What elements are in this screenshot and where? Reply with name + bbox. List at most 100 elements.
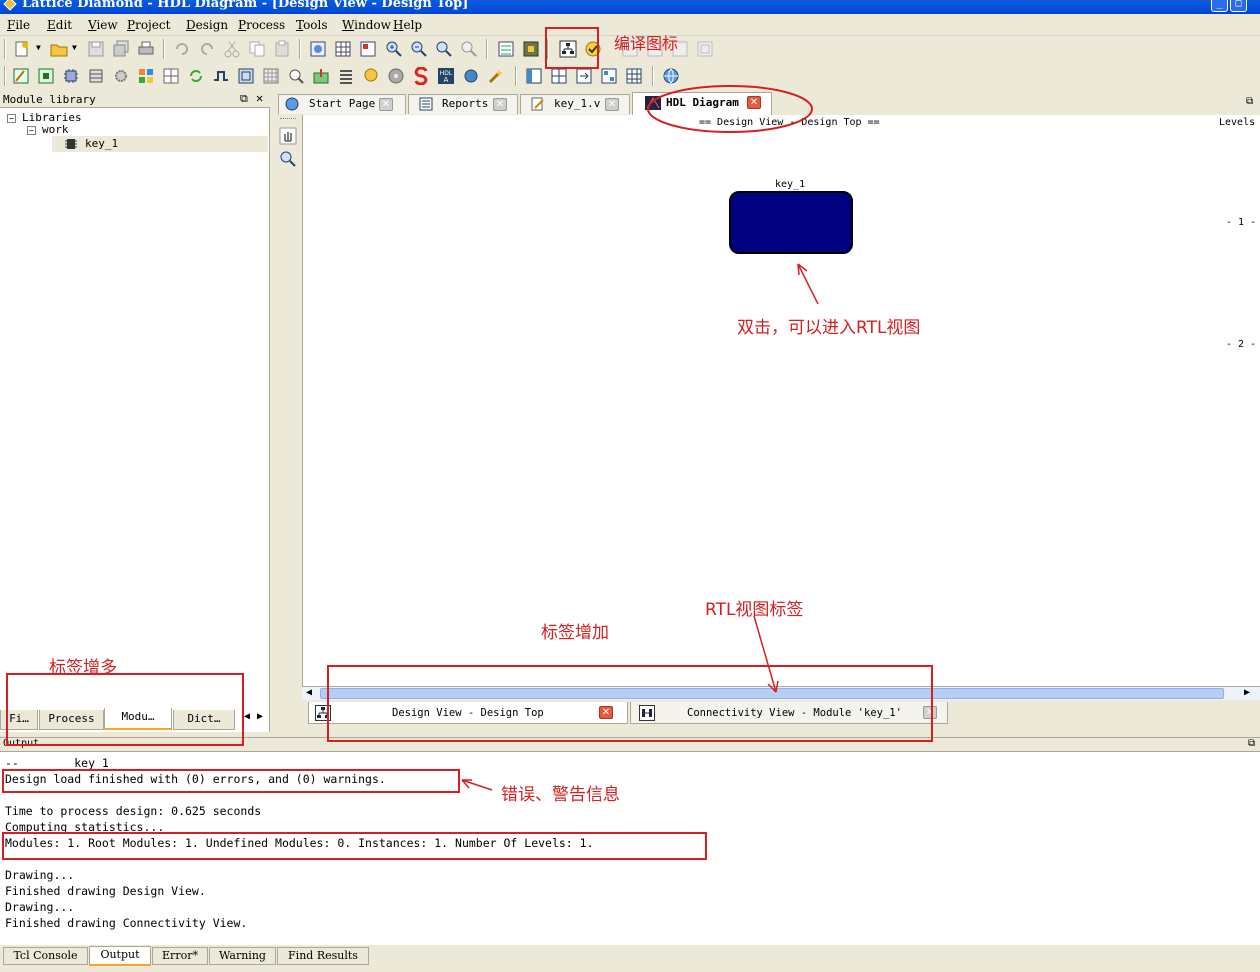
- web-globe-icon[interactable]: [662, 67, 680, 85]
- tree-selected-row[interactable]: key_1: [52, 136, 268, 152]
- tree-module-key1: key_1: [85, 137, 119, 150]
- tools-toolbar: HDL A: [0, 63, 1260, 90]
- close-start-page-icon[interactable]: ✕: [379, 98, 393, 111]
- blocks-tool-icon[interactable]: [137, 67, 155, 85]
- close-key1-v-icon[interactable]: ✕: [605, 98, 619, 111]
- disc-tool-icon[interactable]: [387, 67, 405, 85]
- zoom-fit-icon[interactable]: [435, 40, 453, 58]
- disabled-tool-icon-4[interactable]: [696, 40, 714, 58]
- save-icon[interactable]: [87, 40, 105, 58]
- grid-view-icon[interactable]: [334, 40, 352, 58]
- copy-icon[interactable]: [248, 40, 266, 58]
- redo-icon[interactable]: [198, 40, 216, 58]
- output-line: Finished drawing Design View.: [5, 884, 206, 898]
- table-view-icon[interactable]: [359, 40, 377, 58]
- diagram-side-toolbar: [274, 115, 302, 705]
- hdl-tool-icon[interactable]: HDLA: [437, 67, 455, 85]
- tab-errors[interactable]: Error*: [152, 947, 208, 965]
- grid-tool-icon[interactable]: [262, 67, 280, 85]
- menu-view[interactable]: View: [88, 18, 118, 32]
- board-tool-icon[interactable]: [237, 67, 255, 85]
- wand-tool-icon[interactable]: [487, 67, 505, 85]
- tab-reports-label: Reports: [442, 97, 489, 110]
- bug-tool-icon[interactable]: [462, 67, 480, 85]
- spreadsheet-tool-icon[interactable]: [12, 67, 30, 85]
- panel-compare-icon[interactable]: [575, 67, 593, 85]
- open-dropdown-icon[interactable]: ▼: [72, 43, 77, 52]
- annotation-compile-icon: 编译图标: [614, 34, 679, 53]
- new-icon[interactable]: [13, 40, 31, 58]
- zoom-magnifier-icon[interactable]: [279, 150, 297, 168]
- synplify-tool-icon[interactable]: [412, 67, 430, 85]
- new-dropdown-icon[interactable]: ▼: [36, 43, 41, 52]
- menu-window[interactable]: Window: [342, 18, 391, 32]
- output-line: Time to process design: 0.625 seconds: [5, 804, 262, 818]
- tab-find-results[interactable]: Find Results: [277, 947, 369, 965]
- tree-work[interactable]: work: [42, 123, 69, 136]
- svg-text:A: A: [444, 76, 449, 84]
- panel-tiles-icon[interactable]: [625, 67, 643, 85]
- undo-icon[interactable]: [173, 40, 191, 58]
- zoom-in-icon[interactable]: [385, 40, 403, 58]
- menu-tools[interactable]: Tools: [296, 18, 328, 32]
- tab-warning[interactable]: Warning: [209, 947, 276, 965]
- module-key1-block[interactable]: [729, 191, 853, 254]
- panel-left-icon[interactable]: [525, 67, 543, 85]
- netlist-tool-icon[interactable]: [37, 67, 55, 85]
- zoom-out-icon[interactable]: [410, 40, 428, 58]
- menu-process[interactable]: Process: [238, 18, 285, 32]
- list-tool-icon[interactable]: [337, 67, 355, 85]
- reports-icon: [419, 97, 433, 111]
- close-reports-icon[interactable]: ✕: [493, 98, 507, 111]
- cut-icon[interactable]: [223, 40, 241, 58]
- scroll-left-arrow-icon[interactable]: ◀: [306, 687, 312, 698]
- menu-design[interactable]: Design: [186, 18, 228, 32]
- menu-project[interactable]: Project: [127, 18, 170, 32]
- tab-key1-v[interactable]: key_1.v ✕: [520, 94, 630, 114]
- pan-hand-icon[interactable]: [279, 127, 297, 145]
- print-icon[interactable]: [137, 40, 155, 58]
- probe-tool-icon[interactable]: [287, 67, 305, 85]
- memory-tool-icon[interactable]: [87, 67, 105, 85]
- tab-key1-v-label: key_1.v: [554, 97, 601, 110]
- minimize-icon[interactable]: _: [1211, 0, 1228, 12]
- scroll-right-arrow-icon[interactable]: ▶: [1244, 687, 1250, 698]
- tab-output[interactable]: Output: [89, 946, 151, 966]
- checklist-icon[interactable]: [497, 40, 515, 58]
- open-folder-icon[interactable]: [50, 40, 68, 58]
- menu-edit[interactable]: Edit: [47, 18, 72, 32]
- tab-start-page[interactable]: Start Page ✕: [278, 94, 406, 114]
- restore-output-icon[interactable]: ⧉: [1248, 738, 1255, 749]
- float-panel-icon[interactable]: ⧉: [240, 92, 248, 106]
- fit-window-icon[interactable]: [309, 40, 327, 58]
- menu-file[interactable]: File: [7, 18, 30, 32]
- floorplan-tool-icon[interactable]: [162, 67, 180, 85]
- collapse-libraries-icon[interactable]: −: [7, 114, 16, 123]
- module-library-title: Module library: [3, 93, 96, 106]
- tab-start-page-label: Start Page: [309, 97, 376, 110]
- restore-editor-icon[interactable]: ⧉: [1246, 96, 1253, 107]
- annotation-tabs-added: 标签增加: [541, 623, 609, 643]
- tab-reports[interactable]: Reports ✕: [408, 94, 518, 114]
- panel-layout-icon[interactable]: [600, 67, 618, 85]
- tab-tcl-console[interactable]: Tcl Console: [3, 947, 88, 965]
- zoom-area-icon[interactable]: [460, 40, 478, 58]
- panel-grid-icon[interactable]: [550, 67, 568, 85]
- timing-tool-icon[interactable]: [212, 67, 230, 85]
- levels-label: Levels: [1219, 117, 1256, 128]
- maximize-icon[interactable]: □: [1230, 0, 1247, 12]
- bulb-tool-icon[interactable]: [362, 67, 380, 85]
- collapse-work-icon[interactable]: −: [27, 126, 36, 135]
- menu-help[interactable]: Help: [393, 18, 422, 32]
- gear-tool-icon[interactable]: [112, 67, 130, 85]
- save-all-icon[interactable]: [112, 40, 130, 58]
- tab-scroll-right-icon[interactable]: ▶: [254, 711, 266, 727]
- chip-tool-icon[interactable]: [62, 67, 80, 85]
- start-page-icon: [285, 97, 299, 111]
- refresh-tool-icon[interactable]: [187, 67, 205, 85]
- module-key1-label: key_1: [775, 179, 806, 190]
- chip-view-icon[interactable]: [522, 40, 540, 58]
- close-panel-icon[interactable]: ✕: [256, 91, 263, 105]
- paste-icon[interactable]: [273, 40, 291, 58]
- power-tool-icon[interactable]: [312, 67, 330, 85]
